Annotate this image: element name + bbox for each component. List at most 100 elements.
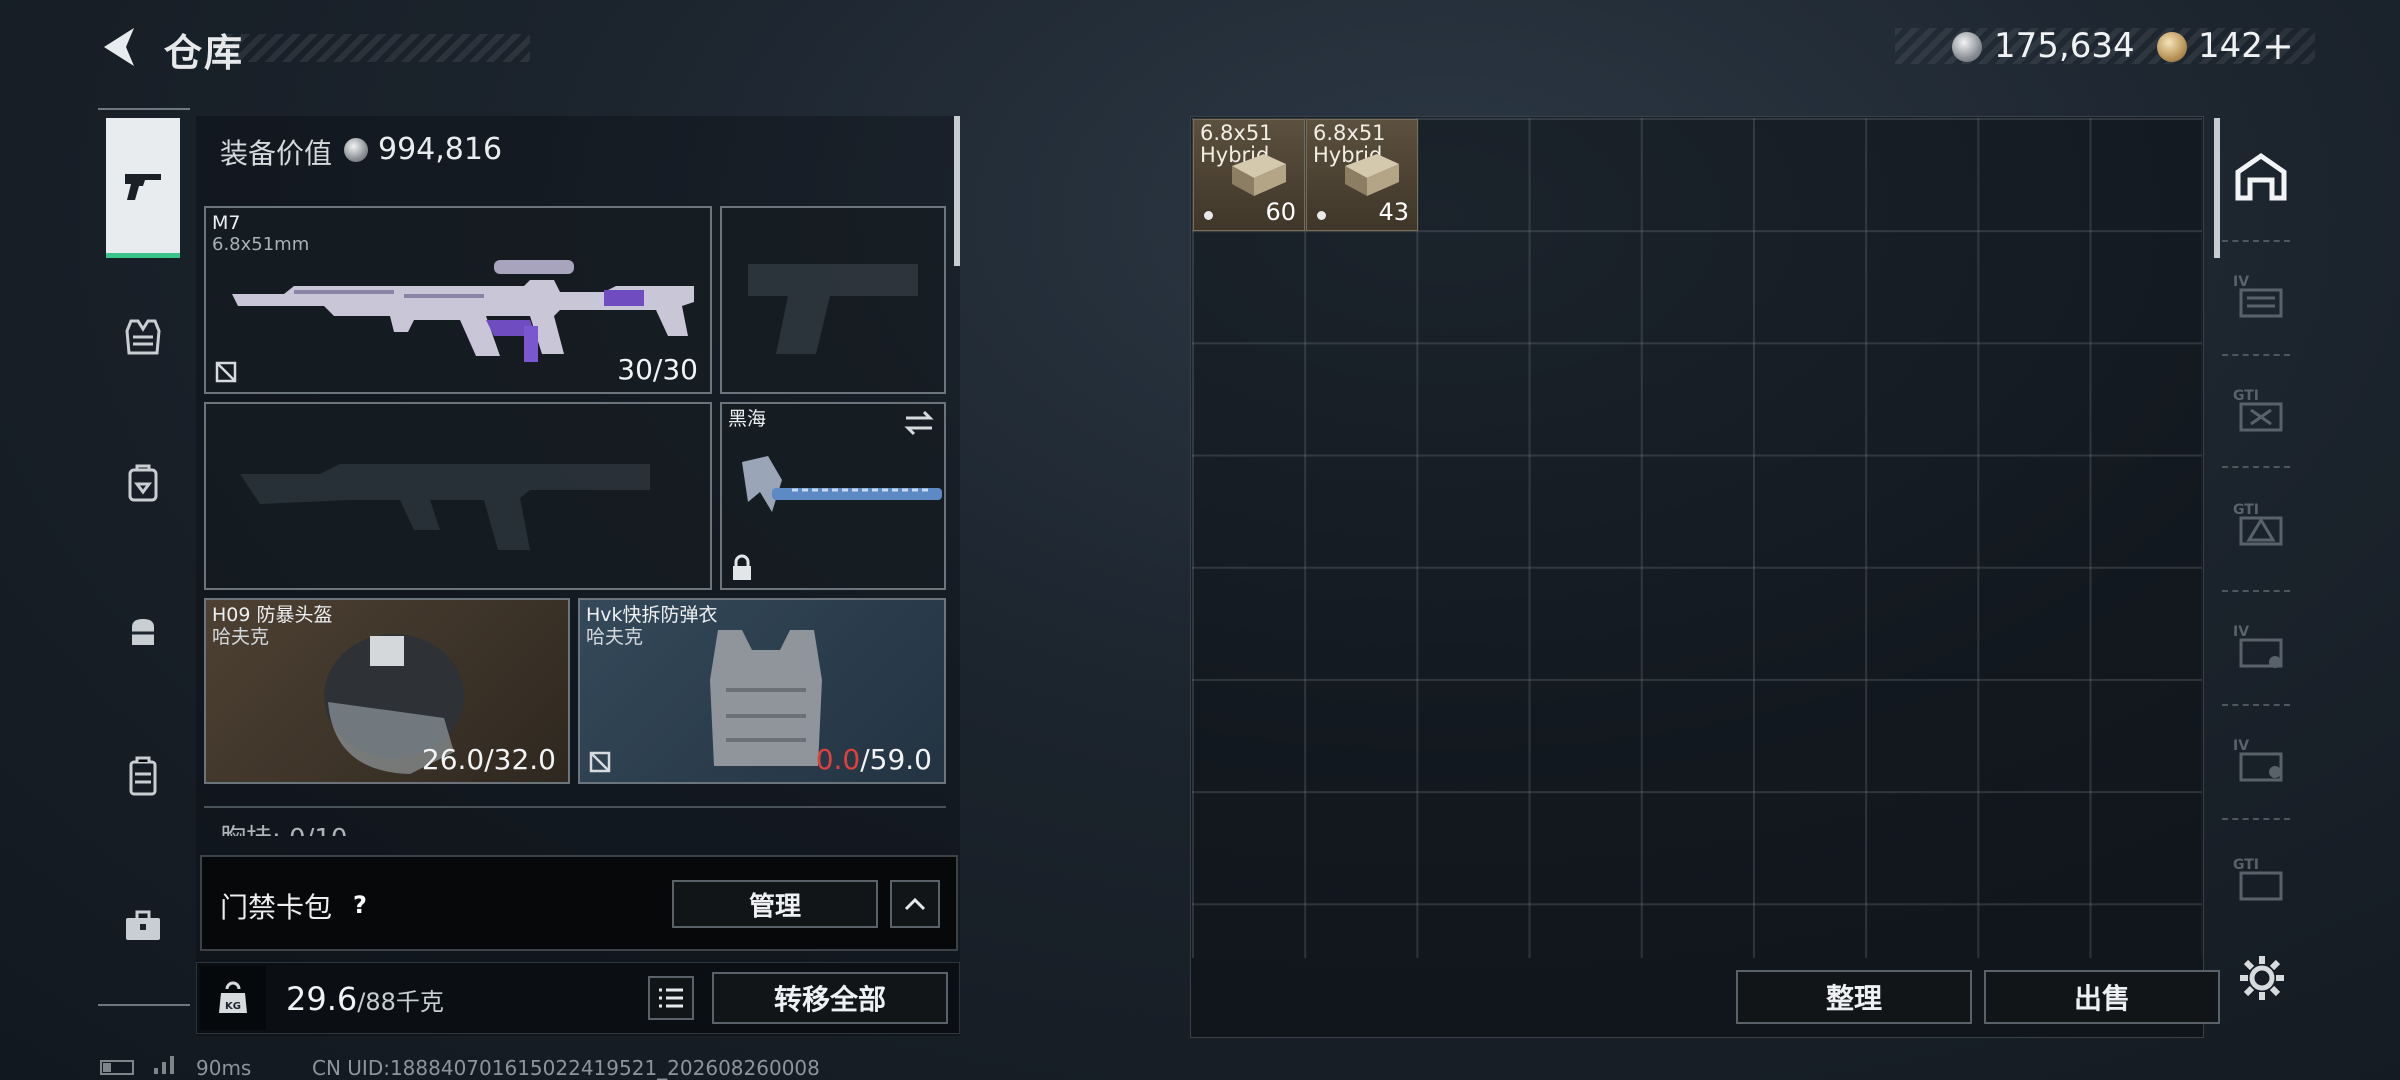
vest-icon [125, 319, 161, 355]
rail-divider [2222, 466, 2290, 468]
gold-balance: 142 [2198, 26, 2263, 66]
gold-coin-icon [2157, 32, 2187, 62]
settings-gear-icon[interactable] [2238, 954, 2286, 1002]
container-tier-label: GTI [2233, 857, 2259, 873]
container-tier-label: IV [2233, 738, 2249, 754]
nav-tab-backpack[interactable] [106, 446, 180, 520]
stash-tab-main[interactable] [2226, 142, 2296, 212]
ammo-name: 6.8x51 [1200, 121, 1273, 145]
help-icon[interactable]: ? [342, 887, 378, 923]
list-icon [659, 988, 683, 1008]
stash-tab-2[interactable]: GTI [2226, 376, 2296, 446]
nav-tab-toolbox[interactable] [106, 888, 180, 962]
add-gold-button[interactable]: + [2262, 24, 2294, 68]
ammo-name: 6.8x51 [1313, 121, 1386, 145]
container-icon: IV [2233, 624, 2283, 668]
nav-divider [98, 108, 190, 110]
container-tier-label: GTI [2233, 388, 2259, 404]
pistol-icon [125, 173, 161, 200]
weight-icon-text: KG [225, 1001, 241, 1012]
equipment-value: 994,816 [378, 132, 503, 167]
ammo-box-icon [1345, 154, 1399, 196]
stash-tab-4[interactable]: IV [2226, 612, 2296, 682]
stash-tab-6[interactable]: GTI [2226, 850, 2296, 910]
rail-divider [2222, 704, 2290, 706]
container-tier-label: GTI [2233, 502, 2259, 518]
silver-balance: 175,634 [1994, 26, 2135, 66]
ammo-quantity: 43 [1378, 198, 1409, 226]
armor-slot[interactable]: Hvk快拆防弹衣 哈夫克 0.0/59.0 [578, 598, 946, 784]
silver-coin-icon [344, 138, 368, 162]
container-icon: GTI [2233, 388, 2283, 432]
rail-divider [2222, 240, 2290, 242]
nav-divider [98, 1004, 190, 1006]
keycard-label: 门禁卡包 [220, 891, 333, 924]
armor-durability: 0.0/59.0 [816, 743, 932, 776]
ammo-box-icon [1232, 154, 1286, 196]
chest-rig-label: 胸挂: 0/10 [220, 818, 347, 836]
equipment-value-label: 装备价值 [220, 137, 333, 170]
transfer-all-button[interactable]: 转移全部 [712, 972, 948, 1024]
rifle-silhouette-icon [240, 464, 650, 550]
container-tier-label: IV [2233, 274, 2249, 290]
armor-durability-max: /59.0 [860, 743, 932, 776]
stash-grid[interactable] [1192, 118, 2202, 958]
toolbox-icon [126, 910, 160, 940]
back-arrow-icon[interactable] [96, 22, 142, 72]
nav-tab-bag[interactable] [106, 594, 180, 668]
uid-text: CN UID:188840701615022419521_20260826000… [312, 1056, 820, 1080]
weight-icon: KG [200, 966, 266, 1030]
sidearm-slot[interactable] [720, 206, 946, 394]
weapon-name: M7 [212, 212, 241, 234]
container-tier-label: IV [2233, 624, 2249, 640]
sell-button[interactable]: 出售 [1984, 970, 2220, 1024]
helmet-durability: 26.0/32.0 [421, 743, 556, 776]
nav-tab-weapons[interactable] [106, 118, 180, 258]
backpack-icon [128, 464, 158, 502]
ammo-quantity: 60 [1265, 198, 1296, 226]
signal-icon [154, 1056, 174, 1074]
stash-item-ammo[interactable]: 6.8x51 Hybrid 43 [1306, 119, 1418, 231]
collapse-button[interactable] [890, 880, 940, 928]
container-icon: GTI [2233, 857, 2283, 901]
list-view-button[interactable] [648, 976, 694, 1020]
armor-durability-current: 0.0 [815, 743, 861, 776]
carry-weight-max: /88千克 [357, 988, 444, 1016]
stash-tab-3[interactable]: GTI [2226, 490, 2296, 560]
kettlebell-icon: KG [219, 981, 247, 1013]
melee-name: 黑海 [728, 408, 767, 430]
pouch-icon [132, 619, 154, 645]
melee-slot[interactable]: 黑海 [720, 402, 946, 590]
carry-weight-current: 29.6 [286, 980, 358, 1018]
ping: 90ms [196, 1056, 252, 1080]
container-icon: IV [2233, 738, 2283, 782]
manage-button[interactable]: 管理 [672, 880, 878, 928]
ammo-count: 30/30 [617, 353, 698, 386]
helmet-slot[interactable]: H09 防暴头盔 哈夫克 26.0/32.0 [204, 598, 570, 784]
no-insurance-icon [589, 751, 611, 773]
helmet-brand: 哈夫克 [212, 626, 270, 648]
chest-rig-row[interactable]: 胸挂: 0/10 [204, 806, 946, 836]
organize-button[interactable]: 整理 [1736, 970, 1972, 1024]
loadout-scrollbar[interactable] [954, 116, 960, 266]
container-icon: IV [2233, 274, 2283, 318]
warehouse-icon [2235, 152, 2287, 201]
stash-item-ammo[interactable]: 6.8x51 Hybrid 60 [1193, 119, 1305, 231]
stash-tab-1[interactable]: IV [2226, 262, 2296, 332]
stash-scrollbar[interactable] [2214, 118, 2220, 258]
silver-coin-icon [1952, 32, 1982, 62]
primary-weapon-slot[interactable]: M7 6.8x51mm 30/30 [204, 206, 712, 394]
rail-divider [2222, 590, 2290, 592]
no-insurance-icon [215, 361, 237, 383]
chevron-up-icon [904, 897, 926, 911]
pistol-silhouette-icon [748, 264, 918, 354]
nav-tab-armor[interactable] [106, 300, 180, 374]
page-title: 仓库 [164, 31, 245, 75]
nav-tab-case[interactable] [106, 740, 180, 814]
secondary-weapon-slot[interactable] [204, 402, 712, 590]
stash-tab-5[interactable]: IV [2226, 726, 2296, 796]
carry-weight: 29.6/88千克 [286, 980, 444, 1018]
battery-icon [100, 1060, 134, 1075]
swap-icon[interactable] [902, 410, 936, 436]
axe-icon [742, 456, 942, 512]
